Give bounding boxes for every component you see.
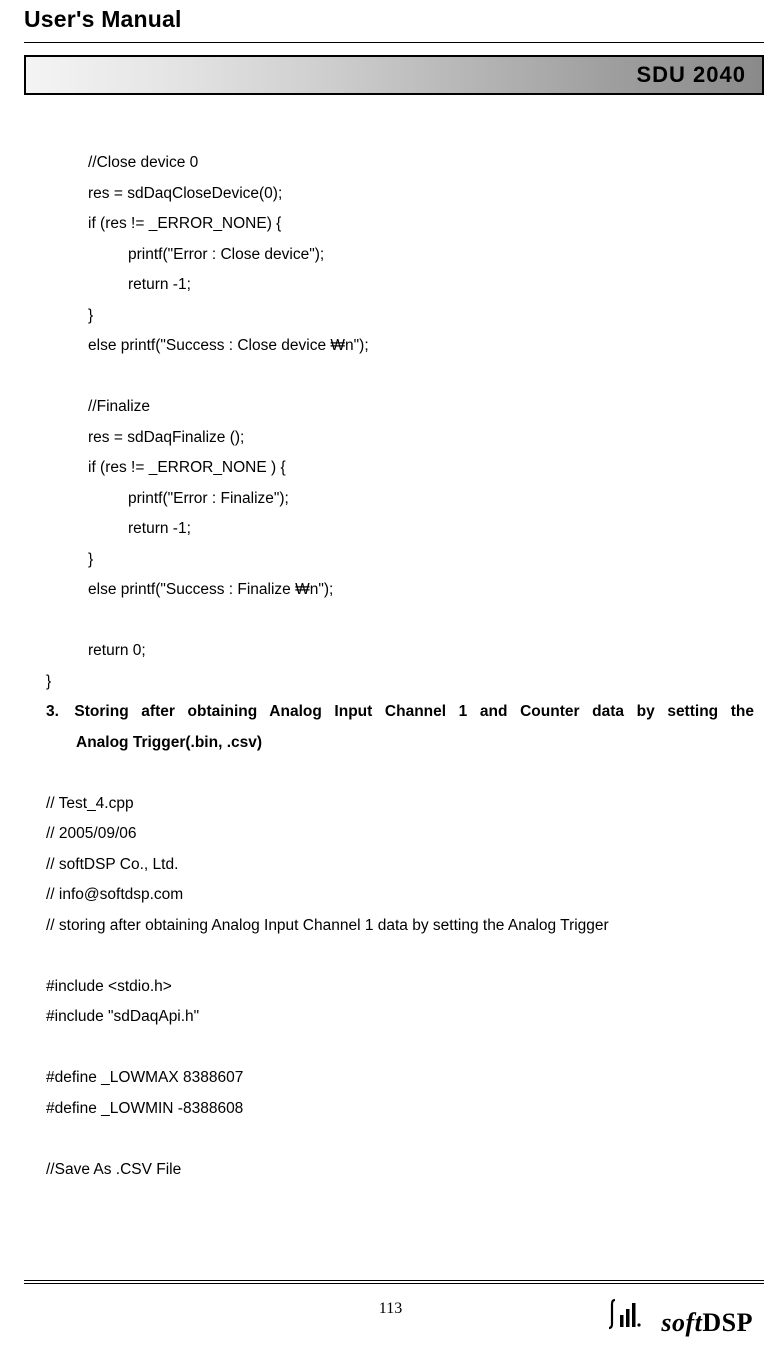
code-line: } <box>46 301 758 332</box>
brand-soft: soft <box>661 1308 702 1337</box>
code-line: // 2005/09/06 <box>46 819 758 850</box>
code-line: else printf("Success : Close device ₩n")… <box>46 331 758 362</box>
code-line: // info@softdsp.com <box>46 880 758 911</box>
code-line: #include "sdDaqApi.h" <box>46 1002 758 1033</box>
code-line: return -1; <box>46 270 758 301</box>
code-line: // softDSP Co., Ltd. <box>46 850 758 881</box>
code-line: #define _LOWMIN -8388608 <box>46 1094 758 1125</box>
code-line: return -1; <box>46 514 758 545</box>
code-line: //Close device 0 <box>46 148 758 179</box>
code-line: #define _LOWMAX 8388607 <box>46 1063 758 1094</box>
code-line: } <box>46 545 758 576</box>
brand-dsp: DSP <box>702 1308 753 1337</box>
code-line: //Finalize <box>46 392 758 423</box>
product-banner: SDU 2040 <box>24 55 764 95</box>
brand-name: softDSP <box>661 1308 753 1338</box>
product-name: SDU 2040 <box>636 62 746 88</box>
code-line: // Test_4.cpp <box>46 789 758 820</box>
code-line: res = sdDaqFinalize (); <box>46 423 758 454</box>
code-line: res = sdDaqCloseDevice(0); <box>46 179 758 210</box>
code-line: } <box>46 667 758 698</box>
footer-rule <box>24 1280 764 1285</box>
code-line: // storing after obtaining Analog Input … <box>46 911 758 942</box>
code-line: #include <stdio.h> <box>46 972 758 1003</box>
brand-logo: softDSP <box>609 1297 753 1338</box>
code-line: if (res != _ERROR_NONE) { <box>46 209 758 240</box>
code-line: return 0; <box>46 636 758 667</box>
section-heading: 3. Storing after obtaining Analog Input … <box>46 697 758 728</box>
body-content: //Close device 0 res = sdDaqCloseDevice(… <box>46 148 758 1185</box>
page-title: User's Manual <box>24 6 182 33</box>
code-line: printf("Error : Finalize"); <box>46 484 758 515</box>
code-line: else printf("Success : Finalize ₩n"); <box>46 575 758 606</box>
integral-bars-icon <box>609 1297 655 1331</box>
code-line: //Save As .CSV File <box>46 1155 758 1186</box>
section-heading-cont: Analog Trigger(.bin, .csv) <box>46 728 758 759</box>
code-line: printf("Error : Close device"); <box>46 240 758 271</box>
code-line: if (res != _ERROR_NONE ) { <box>46 453 758 484</box>
title-rule <box>24 42 764 43</box>
